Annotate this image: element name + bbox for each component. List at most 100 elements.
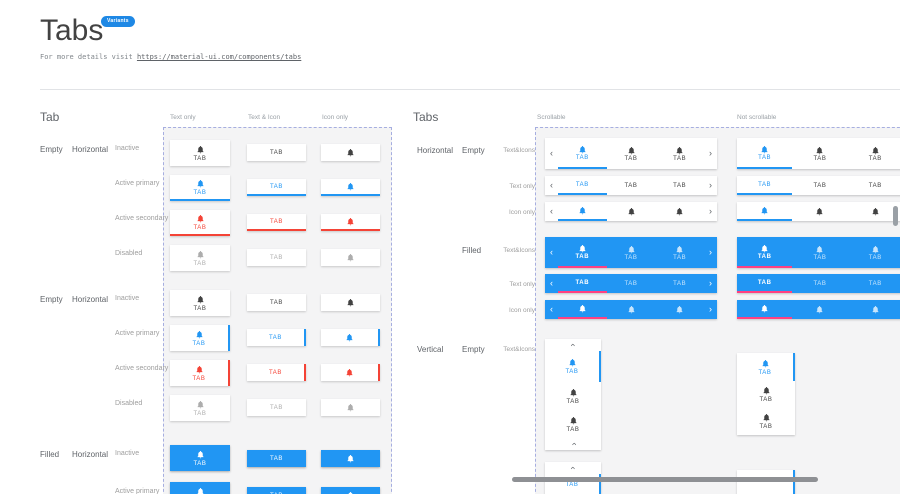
tab[interactable]: TAB [607,176,656,195]
tab-text-cell[interactable]: TAB [247,144,306,161]
tab-active[interactable]: TAB [558,237,607,268]
tab-text-cell[interactable]: TAB [247,450,306,467]
tab-text-cell[interactable]: TAB [247,179,306,196]
tab[interactable]: TAB [737,408,795,435]
tab[interactable]: TAB [545,410,601,438]
tab-text-cell[interactable]: TAB [247,214,306,231]
bell-icon [760,206,769,215]
tab-active[interactable] [558,300,607,319]
tab-text-icon-cell[interactable]: TAB [170,175,230,201]
vertical-scrollbar[interactable] [893,206,898,226]
tab-text-cell[interactable]: TAB [247,487,306,494]
bell-icon [675,245,684,254]
tab[interactable]: TAB [792,176,847,195]
tab[interactable]: TAB [848,138,900,169]
bell-icon [578,304,587,313]
tab[interactable] [792,202,847,221]
chevron-right-icon[interactable]: › [704,176,717,195]
tab-icon-cell[interactable] [321,294,380,311]
chevron-left-icon[interactable]: ‹ [545,176,558,195]
tab[interactable] [655,300,704,319]
tab[interactable]: TAB [848,237,900,268]
chevron-up-icon[interactable]: ‹ [545,462,601,474]
chevron-left-icon[interactable]: ‹ [545,237,558,268]
tab[interactable]: TAB [848,274,900,293]
tab-active[interactable]: TAB [558,274,607,293]
tab-icon-cell[interactable] [321,487,380,494]
row-label: Text&Icons [477,346,535,353]
chevron-up-icon[interactable]: ‹ [545,339,601,351]
bell-icon [196,214,205,223]
bell-icon [675,146,684,155]
chevron-left-icon[interactable]: ‹ [545,274,558,293]
tab[interactable]: TAB [655,138,704,169]
tab-text-icon-cell[interactable]: TAB [170,445,230,471]
tab[interactable]: TAB [792,274,847,293]
chevron-right-icon[interactable]: › [704,274,717,293]
tab-icon-cell[interactable] [321,179,380,196]
tab-text-cell[interactable]: TAB [247,364,306,381]
chevron-left-icon[interactable]: ‹ [545,300,558,319]
tab-text-icon-cell[interactable]: TAB [170,210,230,236]
chevron-right-icon[interactable]: › [704,202,717,221]
chevron-left-icon[interactable]: ‹ [545,202,558,221]
docs-link[interactable]: https://material-ui.com/components/tabs [137,53,301,61]
tab[interactable]: TAB [545,382,601,410]
tab[interactable]: TAB [737,381,795,408]
tab-text-icon-cell[interactable]: TAB [170,360,230,386]
tab-text-cell[interactable]: TAB [247,294,306,311]
tab-text-cell[interactable]: TAB [247,399,306,416]
tab-active[interactable]: TAB [737,237,792,268]
horizontal-scrollbar[interactable] [512,477,818,482]
tabs-bar-filled-text-only: ‹ TAB TAB TAB › [545,274,717,293]
chevron-down-icon[interactable]: › [545,438,601,450]
chevron-right-icon[interactable]: › [704,138,717,169]
tab-active[interactable] [558,202,607,221]
tab-icon-cell[interactable] [321,364,380,381]
tab-icon-cell[interactable] [321,329,380,346]
tab-active[interactable]: TAB [545,351,601,382]
tab[interactable]: TAB [792,138,847,169]
tab-icon-cell[interactable] [321,399,380,416]
bell-icon [627,207,636,216]
tabs-bar-filled-text-icons: ‹ TAB TAB TAB › [545,237,717,268]
tab[interactable]: TAB [848,176,900,195]
tabs-bar-notscroll-text-only: TAB TAB TAB [737,176,900,195]
tab-text-icon-cell[interactable]: TAB [170,325,230,351]
tab[interactable]: TAB [655,274,704,293]
tab-text-icon-cell[interactable]: TAB [170,140,230,166]
tab-text-cell[interactable]: TAB [247,329,306,346]
tab-active[interactable] [737,202,792,221]
tab[interactable]: TAB [792,237,847,268]
chevron-right-icon[interactable]: › [704,237,717,268]
tab-text-icon-cell[interactable]: TAB [170,482,230,494]
tab-text-icon-cell[interactable]: TAB [170,245,230,271]
chevron-right-icon[interactable]: › [704,300,717,319]
tab[interactable]: TAB [607,274,656,293]
chevron-left-icon[interactable]: ‹ [545,138,558,169]
tab[interactable]: TAB [655,176,704,195]
tab[interactable] [655,202,704,221]
tab-icon-cell[interactable] [321,450,380,467]
tab-icon-cell[interactable] [321,214,380,231]
tab-text-icon-cell[interactable]: TAB [170,395,230,421]
tab[interactable] [607,202,656,221]
tab-active[interactable] [737,300,792,319]
tab-active[interactable]: TAB [737,353,795,381]
tab-active[interactable]: TAB [558,176,607,195]
tab[interactable]: TAB [655,237,704,268]
tab[interactable] [848,300,900,319]
tab[interactable] [607,300,656,319]
tab[interactable]: TAB [607,138,656,169]
tab-active[interactable]: TAB [737,176,792,195]
tab-active[interactable]: TAB [737,138,792,169]
tab-icon-cell[interactable] [321,144,380,161]
tab-active[interactable]: TAB [558,138,607,169]
tab-icon-cell[interactable] [321,249,380,266]
tab[interactable] [792,300,847,319]
tab-active[interactable]: TAB [737,470,795,494]
tab[interactable]: TAB [607,237,656,268]
tab-text-cell[interactable]: TAB [247,249,306,266]
tab-text-icon-cell[interactable]: TAB [170,290,230,316]
tab-active[interactable]: TAB [737,274,792,293]
